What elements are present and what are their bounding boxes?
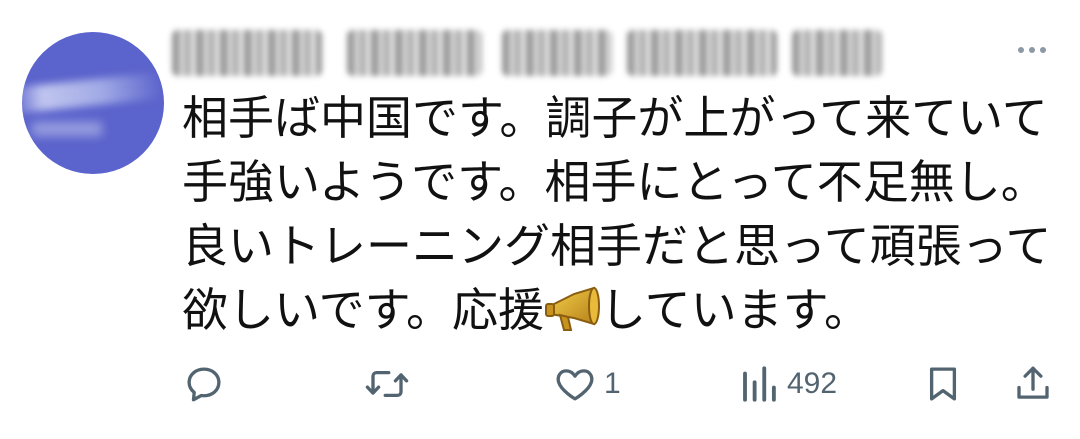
tweet-text-segment: しています。 — [600, 283, 871, 337]
more-dot — [1040, 47, 1046, 53]
retweet-icon — [365, 370, 409, 398]
tweet-card: 相手ば中国です。調子が上がって来ていて 手強いようです。相手にとって不足無し。 … — [0, 0, 1080, 439]
tweet-text-line: 良いトレーニング相手だと思って頑張って — [182, 219, 1052, 273]
megaphone-icon — [545, 286, 601, 331]
tweet-text-segment: 欲しいです。応援 — [182, 283, 545, 337]
tweet-text-line: 手強いようです。相手にとって不足無し。 — [182, 155, 1047, 209]
share-button[interactable] — [1012, 356, 1054, 412]
bookmark-button[interactable] — [922, 356, 964, 412]
more-options-button[interactable] — [1010, 38, 1054, 62]
heart-icon — [556, 369, 594, 401]
tweet-text-line-last: 欲しいです。応援 しています。 — [182, 278, 1062, 342]
views-chart-icon — [743, 366, 776, 402]
avatar[interactable] — [22, 32, 164, 174]
tweet-text: 相手ば中国です。調子が上がって来ていて 手強いようです。相手にとって不足無し。 … — [182, 86, 1062, 342]
reply-button[interactable] — [183, 356, 233, 412]
views-button[interactable]: 492 — [739, 356, 837, 412]
author-name-blurred[interactable] — [172, 24, 892, 86]
views-count: 492 — [787, 367, 838, 400]
like-count: 1 — [604, 367, 621, 400]
reply-icon — [187, 367, 221, 402]
tweet-text-line: 相手ば中国です。調子が上がって来ていて — [182, 91, 1048, 145]
action-bar: 1 492 — [0, 356, 1080, 416]
more-horizontal-icon — [1018, 47, 1024, 53]
bookmark-icon — [929, 367, 957, 401]
more-dot — [1029, 47, 1035, 53]
like-button[interactable]: 1 — [554, 356, 621, 412]
retweet-button[interactable] — [364, 356, 418, 412]
share-icon — [1017, 366, 1049, 399]
